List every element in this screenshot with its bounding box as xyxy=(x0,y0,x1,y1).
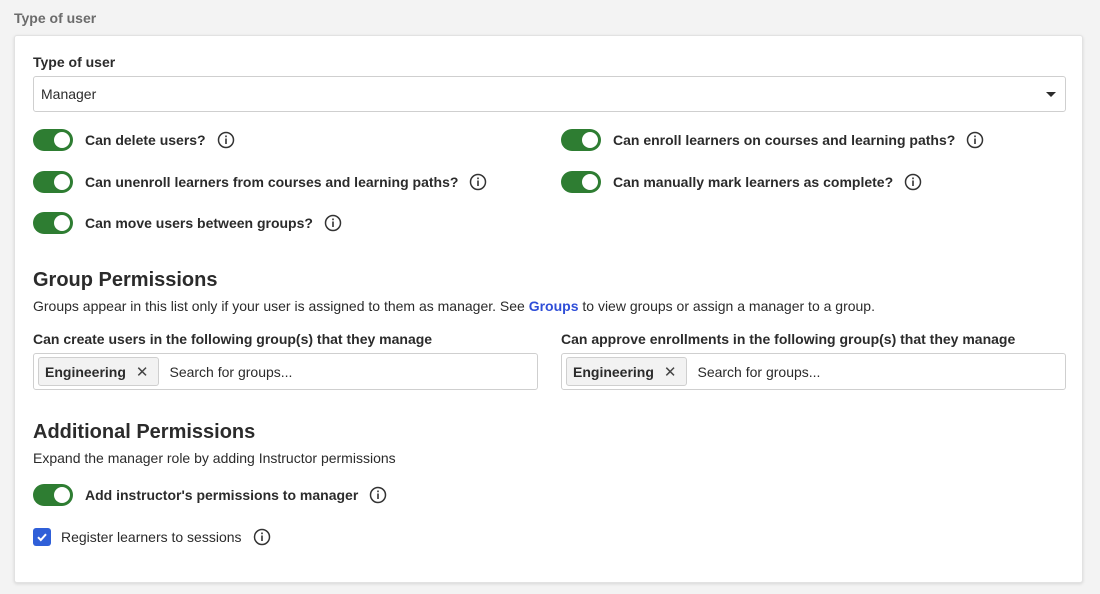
user-type-label: Type of user xyxy=(33,54,116,70)
group-permissions-description: Groups appear in this list only if your … xyxy=(33,298,875,314)
group-desc-after: to view groups or assign a manager to a … xyxy=(578,298,875,314)
mark-complete-toggle[interactable] xyxy=(561,171,601,193)
delete-users-toggle[interactable] xyxy=(33,129,73,151)
group-tag: Engineering ✕ xyxy=(566,357,688,386)
perm-mark-complete: Can manually mark learners as complete? xyxy=(561,170,922,194)
approve-enrollments-groups-field[interactable]: Engineering ✕ xyxy=(561,353,1066,390)
create-users-groups-field[interactable]: Engineering ✕ xyxy=(33,353,538,390)
info-circle-icon[interactable] xyxy=(904,173,922,191)
approve-enrollments-groups-label: Can approve enrollments in the following… xyxy=(561,331,1016,347)
user-type-card: Type of user Manager Can delete users? C… xyxy=(14,35,1083,583)
enroll-learners-label: Can enroll learners on courses and learn… xyxy=(613,132,956,148)
delete-users-label: Can delete users? xyxy=(85,132,206,148)
user-type-select[interactable]: Manager xyxy=(33,76,1066,112)
groups-link[interactable]: Groups xyxy=(529,298,579,314)
additional-permissions-description: Expand the manager role by adding Instru… xyxy=(33,450,396,466)
move-users-label: Can move users between groups? xyxy=(85,215,313,231)
instructor-permissions-toggle[interactable] xyxy=(33,484,73,506)
enroll-learners-toggle[interactable] xyxy=(561,129,601,151)
move-users-toggle[interactable] xyxy=(33,212,73,234)
group-tag-label: Engineering xyxy=(573,363,654,380)
group-desc-before: Groups appear in this list only if your … xyxy=(33,298,529,314)
info-circle-icon[interactable] xyxy=(966,131,984,149)
close-icon[interactable]: ✕ xyxy=(664,363,677,381)
perm-unenroll-learners: Can unenroll learners from courses and l… xyxy=(33,170,487,194)
unenroll-learners-label: Can unenroll learners from courses and l… xyxy=(85,174,459,190)
info-circle-icon[interactable] xyxy=(253,528,271,546)
caret-down-icon xyxy=(1046,92,1056,97)
info-circle-icon[interactable] xyxy=(369,486,387,504)
register-sessions-label: Register learners to sessions xyxy=(61,529,242,545)
info-circle-icon[interactable] xyxy=(217,131,235,149)
register-sessions-checkbox[interactable] xyxy=(33,528,51,546)
perm-delete-users: Can delete users? xyxy=(33,128,235,152)
additional-permissions-title: Additional Permissions xyxy=(33,421,256,443)
group-tag-label: Engineering xyxy=(45,363,126,380)
checkmark-icon xyxy=(37,533,47,542)
perm-enroll-learners: Can enroll learners on courses and learn… xyxy=(561,128,984,152)
instructor-permissions-label: Add instructor's permissions to manager xyxy=(85,487,359,503)
group-tag: Engineering ✕ xyxy=(38,357,160,386)
create-users-groups-search-input[interactable] xyxy=(169,363,470,380)
unenroll-learners-toggle[interactable] xyxy=(33,171,73,193)
info-circle-icon[interactable] xyxy=(469,173,487,191)
group-permissions-title: Group Permissions xyxy=(33,269,218,291)
perm-move-users: Can move users between groups? xyxy=(33,211,342,235)
approve-enrollments-groups-search-input[interactable] xyxy=(697,363,998,380)
mark-complete-label: Can manually mark learners as complete? xyxy=(613,174,894,190)
perm-instructor: Add instructor's permissions to manager xyxy=(33,483,387,507)
user-type-value: Manager xyxy=(41,86,97,102)
section-label: Type of user xyxy=(14,10,97,26)
create-users-groups-label: Can create users in the following group(… xyxy=(33,331,433,347)
perm-register-sessions: Register learners to sessions xyxy=(33,525,271,549)
close-icon[interactable]: ✕ xyxy=(136,363,149,381)
info-circle-icon[interactable] xyxy=(324,214,342,232)
